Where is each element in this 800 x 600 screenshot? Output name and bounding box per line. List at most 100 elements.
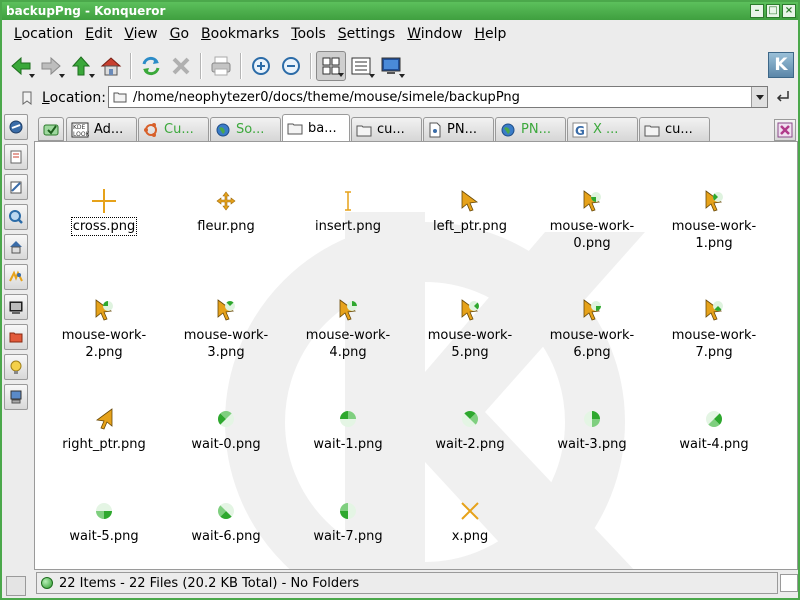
tab-3[interactable]: ba...	[282, 114, 350, 141]
close-tab-button[interactable]	[774, 119, 796, 141]
sidebar-item-search[interactable]	[4, 204, 28, 230]
tab-label: PN...	[521, 122, 551, 137]
new-tab-button[interactable]	[38, 117, 64, 141]
tab-5[interactable]: PN...	[423, 117, 494, 141]
tab-label: Ad...	[94, 122, 124, 137]
tab-8[interactable]: cu...	[639, 117, 710, 141]
menu-location[interactable]: Location	[8, 26, 79, 42]
file-thumbnail	[457, 498, 483, 524]
icon-view-button[interactable]	[316, 51, 346, 81]
menu-view[interactable]: View	[118, 26, 163, 42]
menu-edit[interactable]: Edit	[79, 26, 118, 42]
file-item[interactable]: x.png	[409, 498, 531, 569]
maximize-button[interactable]: □	[766, 4, 780, 18]
media-icon	[9, 270, 23, 282]
bookmark-flag-icon[interactable]	[20, 91, 34, 105]
back-button[interactable]	[6, 51, 36, 81]
up-button[interactable]	[66, 51, 96, 81]
file-item[interactable]: mouse-work-6.png	[531, 297, 653, 406]
sidebar-item-services[interactable]	[4, 354, 28, 380]
sidebar-item-media[interactable]	[4, 264, 28, 290]
file-item[interactable]: mouse-work-3.png	[165, 297, 287, 406]
terminal-icon	[9, 301, 23, 314]
file-item[interactable]: left_ptr.png	[409, 188, 531, 297]
menu-bookmarks[interactable]: Bookmarks	[195, 26, 285, 42]
file-name: mouse-work-6.png	[549, 328, 635, 360]
tab-2[interactable]: So...	[210, 117, 281, 141]
file-item[interactable]: wait-2.png	[409, 406, 531, 498]
file-item[interactable]: mouse-work-4.png	[287, 297, 409, 406]
file-name: x.png	[451, 529, 489, 544]
busy-arrow-icon	[705, 299, 723, 321]
file-item[interactable]: right_ptr.png	[43, 406, 165, 498]
tab-4[interactable]: cu...	[351, 117, 422, 141]
file-item[interactable]: cross.png	[43, 188, 165, 297]
sidebar-item-history[interactable]	[4, 174, 28, 200]
location-dropdown-button[interactable]	[751, 87, 767, 107]
sidebar-item-devices[interactable]	[4, 294, 28, 320]
title-bar[interactable]: backupPng - Konqueror – □ ×	[2, 2, 798, 20]
menu-go[interactable]: Go	[164, 26, 195, 42]
file-item[interactable]: wait-1.png	[287, 406, 409, 498]
konqueror-window: backupPng - Konqueror – □ × Location Edit…	[0, 0, 800, 600]
preview-button[interactable]	[376, 51, 406, 81]
right-arrow-icon	[95, 408, 113, 430]
file-thumbnail	[579, 188, 605, 214]
navigation-sidebar	[4, 114, 30, 570]
file-item[interactable]: wait-4.png	[653, 406, 775, 498]
menu-accelerator: G	[169, 26, 181, 42]
wait-icon	[218, 411, 234, 427]
sidebar-item-konqueror[interactable]	[4, 114, 28, 140]
file-item[interactable]: wait-3.png	[531, 406, 653, 498]
tab-7[interactable]: G X ...	[567, 117, 638, 141]
zoom-in-button[interactable]	[246, 51, 276, 81]
menu-label: ookmarks	[210, 26, 280, 42]
toolbar-separator	[240, 53, 242, 79]
file-item[interactable]: mouse-work-0.png	[531, 188, 653, 297]
file-item[interactable]: mouse-work-5.png	[409, 297, 531, 406]
wait-icon	[706, 411, 722, 427]
location-input[interactable]: /home/neophytezer0/docs/theme/mouse/sime…	[108, 86, 768, 108]
sidebar-toggle[interactable]	[6, 576, 26, 596]
zoom-out-button[interactable]	[276, 51, 306, 81]
close-button[interactable]: ×	[782, 4, 796, 18]
reload-button[interactable]	[136, 51, 166, 81]
file-item[interactable]: wait-7.png	[287, 498, 409, 569]
file-item[interactable]: wait-0.png	[165, 406, 287, 498]
home-button[interactable]	[96, 51, 126, 81]
sidebar-item-network[interactable]	[4, 324, 28, 350]
menu-accelerator: L	[14, 26, 22, 42]
tab-1[interactable]: Cu...	[138, 117, 209, 141]
tab-6[interactable]: PN...	[495, 117, 566, 141]
menu-tools[interactable]: Tools	[285, 26, 332, 42]
file-item[interactable]: mouse-work-7.png	[653, 297, 775, 406]
enter-arrow-icon	[776, 91, 789, 102]
minimize-button[interactable]: –	[750, 4, 764, 18]
status-toggle[interactable]	[780, 574, 798, 592]
file-thumbnail	[91, 406, 117, 432]
forward-button[interactable]	[36, 51, 66, 81]
file-item[interactable]: wait-6.png	[165, 498, 287, 569]
busy-arrow-icon	[583, 190, 601, 212]
menu-settings[interactable]: Settings	[332, 26, 401, 42]
chevron-down-icon	[755, 94, 764, 100]
tab-0[interactable]: KDE LOOK Ad...	[66, 117, 137, 141]
sidebar-item-home[interactable]	[4, 234, 28, 260]
sidebar-item-bookmarks[interactable]	[4, 144, 28, 170]
file-item[interactable]: insert.png	[287, 188, 409, 297]
file-item[interactable]: wait-5.png	[43, 498, 165, 569]
detail-view-button[interactable]	[346, 51, 376, 81]
kde-logo-icon: K	[768, 52, 794, 78]
menu-help[interactable]: Help	[468, 26, 512, 42]
file-thumbnail	[701, 406, 727, 432]
sidebar-item-root[interactable]	[4, 384, 28, 410]
stop-button[interactable]	[166, 51, 196, 81]
file-item[interactable]: mouse-work-2.png	[43, 297, 165, 406]
print-button[interactable]	[206, 51, 236, 81]
go-button[interactable]	[774, 88, 792, 106]
file-view[interactable]: cross.png fleur.png insert.png left_ptr.png…	[34, 141, 798, 570]
file-item[interactable]: mouse-work-1.png	[653, 188, 775, 297]
file-name: mouse-work-3.png	[183, 328, 269, 360]
file-item[interactable]: fleur.png	[165, 188, 287, 297]
menu-window[interactable]: Window	[401, 26, 468, 42]
